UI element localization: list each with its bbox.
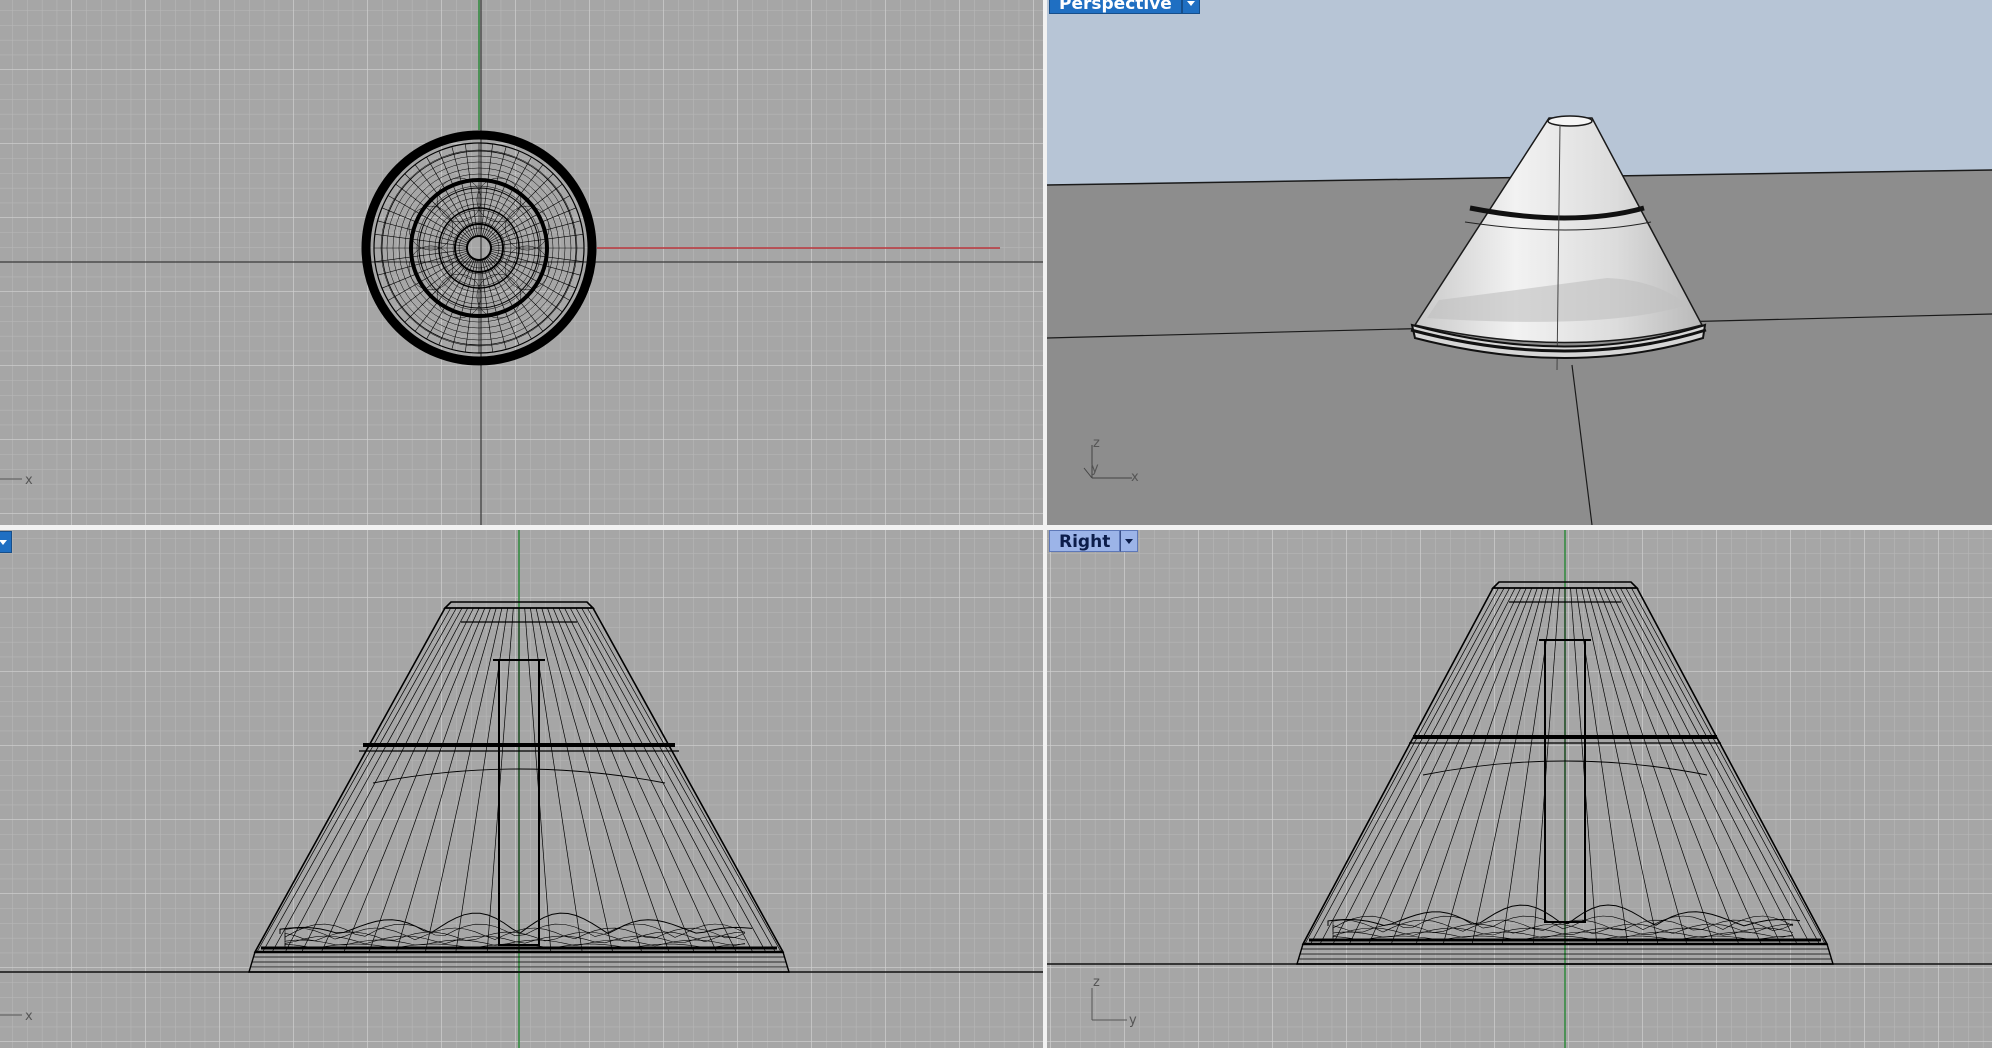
axis-label-x: x	[25, 1009, 33, 1024]
chevron-down-icon	[1186, 0, 1195, 6]
top-view-canvas[interactable]: x	[0, 0, 1043, 525]
viewport-label[interactable]: Right	[1049, 530, 1121, 552]
chevron-down-icon	[1125, 538, 1134, 544]
axis-label-z: z	[1093, 975, 1100, 990]
axis-label-y: y	[1091, 461, 1099, 476]
viewport-tab-perspective[interactable]: Perspective	[1049, 0, 1200, 14]
viewport-divider-horizontal[interactable]	[0, 525, 1992, 530]
front-view-canvas[interactable]: x	[0, 530, 1043, 1048]
viewport-divider-vertical[interactable]	[1043, 0, 1047, 1048]
viewport-label[interactable]: Perspective	[1049, 0, 1182, 14]
axis-label-y: y	[1129, 1013, 1137, 1028]
chevron-down-icon	[0, 539, 7, 545]
axis-label-x: x	[1131, 470, 1139, 485]
viewport-tab-front[interactable]	[0, 531, 12, 553]
viewport-perspective[interactable]: z y x Perspective	[1047, 0, 1992, 525]
viewport-menu-button[interactable]	[1120, 530, 1139, 552]
viewport-menu-button[interactable]	[1181, 0, 1200, 14]
grid-major	[1047, 530, 1992, 1048]
axis-label-z: z	[1093, 436, 1100, 451]
viewport-right[interactable]: z y Right	[1047, 530, 1992, 1048]
right-view-canvas[interactable]: z y	[1047, 530, 1992, 1048]
viewport-tab-right[interactable]: Right	[1049, 530, 1139, 552]
viewport-front[interactable]: x	[0, 530, 1043, 1048]
viewport-top[interactable]: x	[0, 0, 1043, 525]
axis-label-x: x	[25, 473, 33, 488]
perspective-view-canvas[interactable]: z y x	[1047, 0, 1992, 525]
viewport-menu-button[interactable]	[0, 531, 12, 553]
